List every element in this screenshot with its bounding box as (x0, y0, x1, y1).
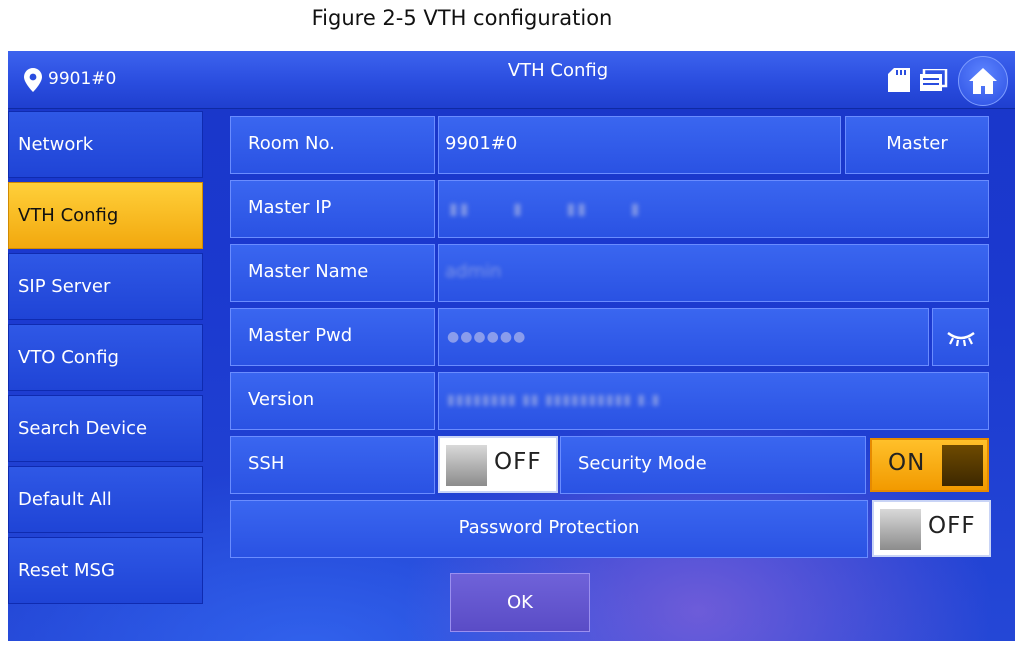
toggle-knob (880, 509, 921, 550)
top-bar: 9901#0 VTH Config (8, 51, 1015, 109)
sidebar-item-default-all[interactable]: Default All (8, 466, 203, 533)
master-button[interactable]: Master (845, 116, 989, 174)
show-password-button[interactable] (932, 308, 989, 366)
master-name-field[interactable]: admin (438, 244, 989, 302)
home-button[interactable] (958, 56, 1008, 106)
sidebar-item-reset-msg[interactable]: Reset MSG (8, 537, 203, 604)
master-ip-field[interactable]: ▮▮ ▮ ▮▮ ▮ (438, 180, 989, 238)
version-label: Version (230, 372, 435, 430)
room-no-field[interactable]: 9901#0 (438, 116, 841, 174)
sidebar-item-vto-config[interactable]: VTO Config (8, 324, 203, 391)
master-pwd-label: Master Pwd (230, 308, 435, 366)
master-ip-label: Master IP (230, 180, 435, 238)
password-protection-label: Password Protection (230, 500, 868, 558)
sd-card-icon[interactable] (888, 68, 910, 92)
eye-closed-icon (947, 332, 975, 347)
sidebar-item-sip-server[interactable]: SIP Server (8, 253, 203, 320)
sidebar-item-network[interactable]: Network (8, 111, 203, 178)
master-name-label: Master Name (230, 244, 435, 302)
message-icon[interactable] (920, 69, 948, 93)
toggle-knob (446, 445, 487, 486)
master-pwd-field[interactable]: ●●●●●● (438, 308, 929, 366)
security-mode-toggle[interactable]: ON (870, 438, 989, 492)
sidebar-item-vth-config[interactable]: VTH Config (8, 182, 203, 249)
toggle-knob (942, 445, 983, 486)
ok-button[interactable]: OK (450, 573, 590, 632)
ssh-label: SSH (230, 436, 435, 494)
page-title: VTH Config (507, 60, 609, 81)
room-no-label: Room No. (230, 116, 435, 174)
version-field: ▮▮▮▮▮▮▮▮ ▮▮ ▮▮▮▮▮▮▮▮▮▮ ▮.▮ (438, 372, 989, 430)
ssh-toggle[interactable]: OFF (438, 436, 558, 493)
figure-caption: Figure 2-5 VTH configuration (311, 6, 613, 30)
security-mode-label: Security Mode (560, 436, 866, 494)
home-icon (969, 68, 997, 94)
device-screen: 9901#0 VTH Config Network VTH Config SIP… (8, 51, 1015, 641)
sidebar-item-search-device[interactable]: Search Device (8, 395, 203, 462)
password-protection-toggle[interactable]: OFF (872, 500, 991, 557)
